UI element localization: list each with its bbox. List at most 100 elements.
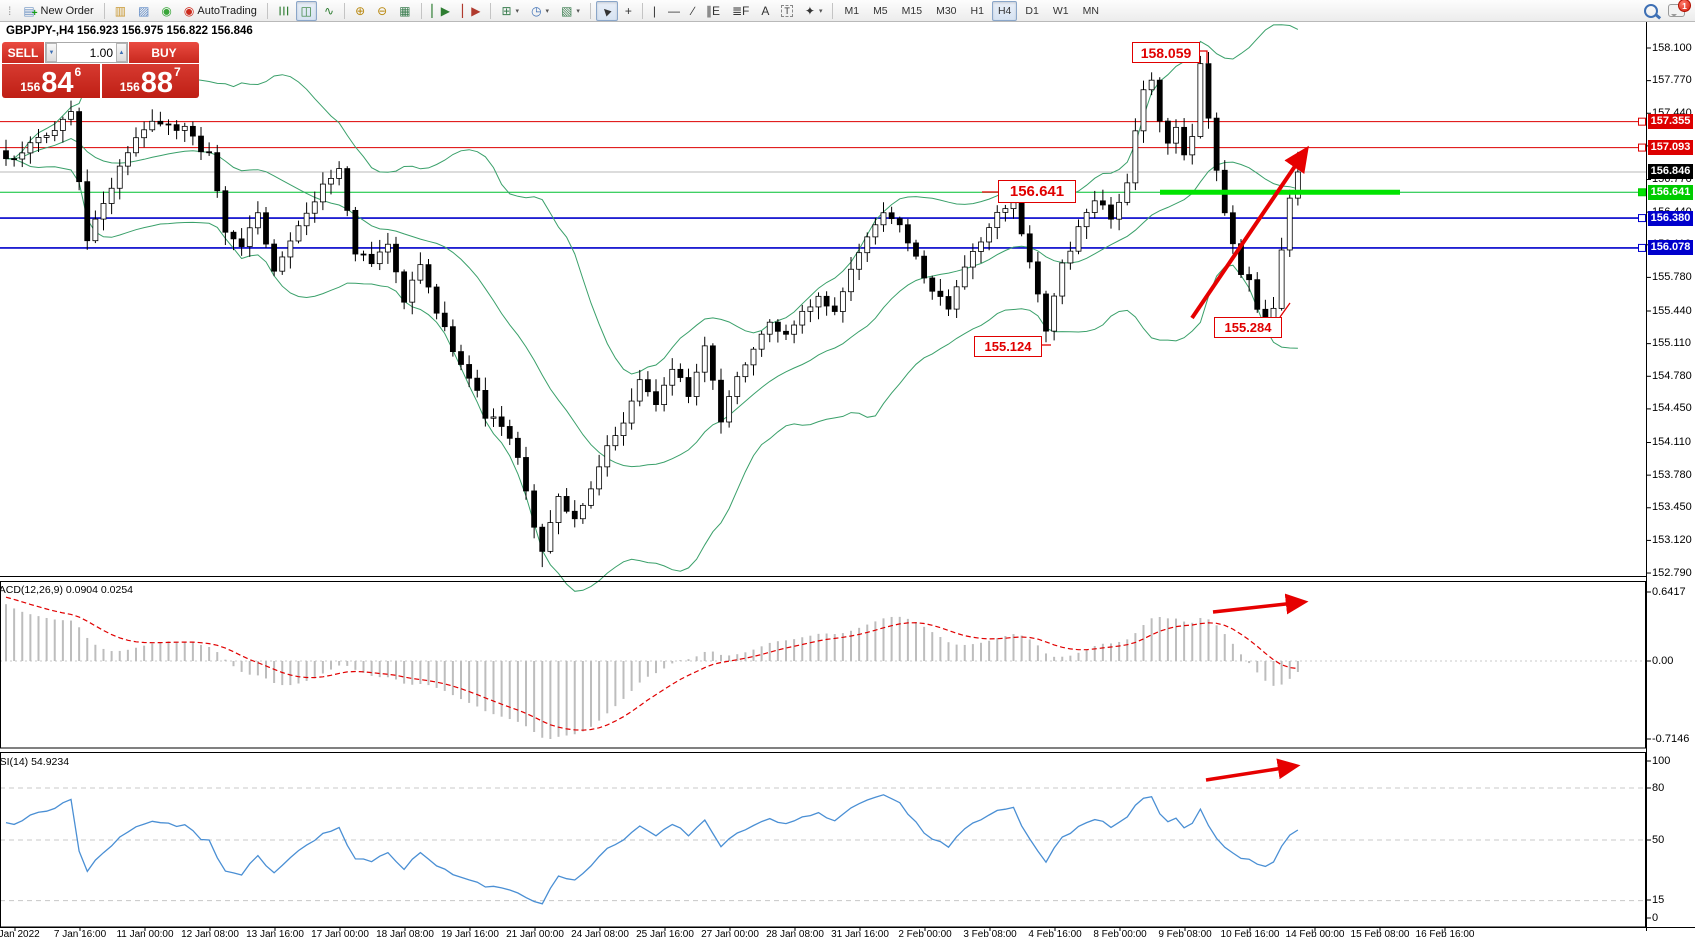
- zoom-out-icon[interactable]: ⊖: [372, 1, 392, 21]
- timeframe-m30[interactable]: M30: [930, 1, 962, 21]
- price-badge-156.641: 156.641: [1648, 185, 1693, 200]
- timeframe-w1[interactable]: W1: [1047, 1, 1075, 21]
- rsi-axis-label: 100: [1652, 755, 1694, 768]
- cursor-icon[interactable]: ◄: [596, 1, 618, 21]
- price-tick-label: 152.790: [1652, 567, 1694, 580]
- price-callout-158.059: 158.059: [1132, 42, 1200, 63]
- candlestick-chart-icon[interactable]: ◫: [296, 1, 317, 21]
- time-axis-label: 25 Jan 16:00: [630, 929, 700, 940]
- time-axis-label: 24 Jan 08:00: [565, 929, 635, 940]
- search-icon[interactable]: [1644, 4, 1658, 18]
- time-axis-label: 2 Feb 00:00: [890, 929, 960, 940]
- crosshair-icon[interactable]: +: [620, 1, 637, 21]
- price-callout-155.284: 155.284: [1214, 317, 1282, 338]
- templates-icon[interactable]: ▧▾: [556, 1, 585, 21]
- vertical-line-icon[interactable]: |: [648, 1, 661, 21]
- auto-scroll-icon[interactable]: ▏▶: [427, 1, 455, 21]
- timeframe-h4[interactable]: H4: [992, 1, 1017, 21]
- autotrading-button[interactable]: ◉AutoTrading: [179, 1, 262, 21]
- time-axis-label: 19 Jan 16:00: [435, 929, 505, 940]
- bar-chart-icon[interactable]: ☰: [273, 1, 294, 21]
- line-chart-icon[interactable]: ∿: [319, 1, 339, 21]
- price-tick-label: 154.450: [1652, 402, 1694, 415]
- toolbar-separator: [832, 3, 833, 19]
- macd-axis-label: 0.6417: [1652, 586, 1694, 599]
- text-label-icon[interactable]: T: [776, 1, 798, 21]
- time-axis-label: 17 Jan 00:00: [305, 929, 375, 940]
- timeframe-d1[interactable]: D1: [1019, 1, 1044, 21]
- toolbar-separator: [642, 3, 643, 19]
- rsi-pane[interactable]: [0, 788, 1646, 904]
- sell-price[interactable]: 156846: [2, 64, 100, 98]
- timeframe-m1[interactable]: M1: [838, 1, 865, 21]
- data-feed-icon[interactable]: ◉: [156, 1, 176, 21]
- price-badge-156.846: 156.846: [1648, 164, 1693, 179]
- time-axis-label: 31 Jan 16:00: [825, 929, 895, 940]
- autotrading-button-label: AutoTrading: [197, 5, 257, 17]
- buy-button[interactable]: BUY: [129, 42, 199, 63]
- price-tick-label: 155.110: [1652, 337, 1694, 350]
- time-axis-label: 13 Jan 16:00: [240, 929, 310, 940]
- volume-increase-button[interactable]: ▲: [116, 43, 127, 62]
- timeframe-mn[interactable]: MN: [1077, 1, 1105, 21]
- time-axis-label: 21 Jan 00:00: [500, 929, 570, 940]
- time-axis-label: 12 Jan 08:00: [175, 929, 245, 940]
- toolbar-separator: [421, 3, 422, 19]
- price-callout-156.641: 156.641: [998, 180, 1076, 203]
- time-axis-label: 27 Jan 00:00: [695, 929, 765, 940]
- time-axis-label: 3 Feb 08:00: [955, 929, 1025, 940]
- macd-indicator-label: MACD(12,26,9) 0.0904 0.0254: [0, 584, 133, 596]
- toolbar-separator: [267, 3, 268, 19]
- volume-stepper: ▼ ▲: [45, 42, 128, 63]
- toolbar-right: 1: [1644, 4, 1693, 18]
- toolbar-buttons: ⁞▤+New Order ▥▨◉◉AutoTrading ☰◫∿ ⊕⊖▦ ▏▶▏▶ ⊞▾◷…: [2, 0, 1106, 21]
- price-tick-label: 155.440: [1652, 305, 1694, 318]
- text-icon[interactable]: A: [756, 1, 774, 21]
- arrows-icon[interactable]: ✦▾: [800, 1, 828, 21]
- macd-axis-label: 0.00: [1652, 655, 1694, 668]
- time-axis-label: 15 Feb 08:00: [1345, 929, 1415, 940]
- price-tick-label: 155.780: [1652, 271, 1694, 284]
- terminal-window: ⁞▤+New Order ▥▨◉◉AutoTrading ☰◫∿ ⊕⊖▦ ▏▶▏▶ ⊞▾◷…: [0, 0, 1695, 941]
- dropdown-arrow-icon: ▾: [576, 7, 580, 15]
- equidistant-channel-icon[interactable]: ∥E: [701, 1, 725, 21]
- chart-canvas[interactable]: [0, 0, 1695, 941]
- tile-windows-icon[interactable]: ▦: [394, 1, 415, 21]
- price-pane[interactable]: [0, 25, 1646, 592]
- volume-decrease-button[interactable]: ▼: [46, 43, 57, 62]
- sell-button[interactable]: SELL: [2, 42, 44, 63]
- timeframe-m15[interactable]: M15: [896, 1, 928, 21]
- symbol-info: GBPJPY-,H4 156.923 156.975 156.822 156.8…: [6, 25, 253, 37]
- annotations: [0, 22, 1695, 931]
- rsi-axis-label: 50: [1652, 834, 1694, 847]
- window-grip-icon[interactable]: ⁞: [3, 1, 16, 21]
- chat-icon[interactable]: 1: [1668, 4, 1685, 17]
- time-axis-label: 18 Jan 08:00: [370, 929, 440, 940]
- profiles-icon[interactable]: ▨: [133, 1, 154, 21]
- trendline-icon[interactable]: ∕: [687, 1, 699, 21]
- new-chart-icon[interactable]: ⊞▾: [496, 1, 524, 21]
- periods-icon[interactable]: ◷▾: [526, 1, 554, 21]
- price-tick-label: 158.100: [1652, 42, 1694, 55]
- price-tick-label: 153.780: [1652, 469, 1694, 482]
- chart-shift-icon[interactable]: ▏▶: [457, 1, 485, 21]
- price-callout-155.124: 155.124: [974, 336, 1042, 357]
- zoom-in-icon[interactable]: ⊕: [350, 1, 370, 21]
- price-tick-label: 153.450: [1652, 501, 1694, 514]
- price-badge-157.355: 157.355: [1648, 114, 1693, 129]
- macd-axis-label: -0.7146: [1652, 733, 1694, 746]
- rsi-axis-label: 15: [1652, 894, 1694, 907]
- volume-input[interactable]: [57, 43, 116, 62]
- dropdown-arrow-icon: ▾: [516, 7, 520, 15]
- horizontal-line-icon[interactable]: —: [663, 1, 685, 21]
- new-order-button[interactable]: ▤+New Order: [18, 1, 98, 21]
- toolbar-separator: [590, 3, 591, 19]
- price-badge-156.078: 156.078: [1648, 240, 1693, 255]
- timeframe-h1[interactable]: H1: [965, 1, 990, 21]
- time-axis-label: 6 Jan 2022: [0, 929, 50, 940]
- buy-price[interactable]: 156887: [102, 64, 200, 98]
- fibonacci-icon[interactable]: ≣F: [727, 1, 754, 21]
- timeframe-m5[interactable]: M5: [867, 1, 894, 21]
- macd-pane[interactable]: [0, 597, 1646, 739]
- market-watch-icon[interactable]: ▥: [110, 1, 131, 21]
